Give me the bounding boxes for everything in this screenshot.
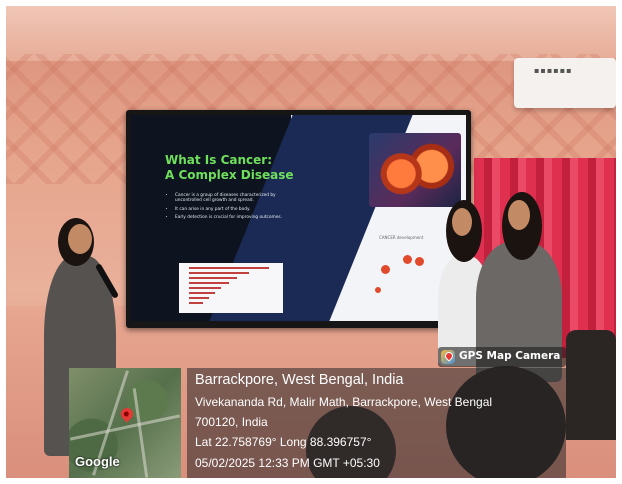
chart-bar: [189, 302, 203, 304]
slide-title-line1: What Is Cancer:: [165, 153, 272, 167]
slide-title-line2: A Complex Disease: [165, 168, 294, 182]
slide-bullet: It can arise in any part of the body.: [175, 207, 293, 212]
slide-bullet-list: Cancer is a group of diseases characteri…: [167, 193, 293, 224]
pin-icon: [443, 350, 455, 362]
tv-display: What Is Cancer: A Complex Disease Cancer…: [126, 110, 471, 328]
slide-diagram-label: CANCER development: [379, 235, 424, 240]
coordinates: Lat 22.758769° Long 88.396757°: [195, 435, 372, 449]
cell-dot: [415, 257, 424, 266]
classroom-photo: ▪▪▪▪▪▪ What Is Cancer: A Complex Disease…: [6, 6, 616, 478]
gps-map-camera-icon: [441, 350, 455, 364]
chair: [566, 330, 616, 440]
chart-bar: [189, 287, 221, 289]
satellite-map-thumbnail: Google: [69, 368, 181, 478]
address-line-1: Vivekananda Rd, Malir Math, Barrackpore,…: [195, 395, 493, 409]
map-road: [132, 388, 149, 478]
slide-bullet: Early detection is crucial for improving…: [175, 215, 293, 220]
chart-bar: [189, 297, 209, 299]
presentation-slide: What Is Cancer: A Complex Disease Cancer…: [131, 115, 466, 321]
location-title: Barrackpore, West Bengal, India: [195, 372, 404, 388]
gps-app-name: GPS Map Camera: [459, 350, 561, 362]
slide-bullet: Cancer is a group of diseases characteri…: [175, 193, 293, 204]
student-face: [508, 200, 530, 230]
chart-bar: [189, 277, 237, 279]
ac-brand-mark: ▪▪▪▪▪▪: [534, 66, 573, 75]
student-face: [452, 208, 472, 236]
chart-bar: [189, 272, 249, 274]
gps-app-badge: GPS Map Camera: [438, 347, 566, 367]
chart-bar: [189, 267, 269, 269]
chart-bar: [189, 292, 215, 294]
google-logo: Google: [75, 454, 120, 469]
location-pin-icon: [118, 405, 136, 423]
chart-bar: [189, 282, 229, 284]
location-info-panel: Barrackpore, West Bengal, India Vivekana…: [187, 368, 566, 478]
ceiling: [6, 6, 616, 61]
cancer-cell-image: [369, 133, 461, 207]
address-line-2: 700120, India: [195, 415, 268, 429]
presenter-face: [68, 224, 92, 254]
air-conditioner: ▪▪▪▪▪▪: [514, 58, 616, 108]
slide-title: What Is Cancer: A Complex Disease: [165, 153, 294, 183]
cell-dot: [375, 287, 381, 293]
cell-dot: [403, 255, 412, 264]
slide-bar-chart: [179, 263, 283, 313]
cell-dot: [381, 265, 390, 274]
timestamp: 05/02/2025 12:33 PM GMT +05:30: [195, 456, 380, 470]
